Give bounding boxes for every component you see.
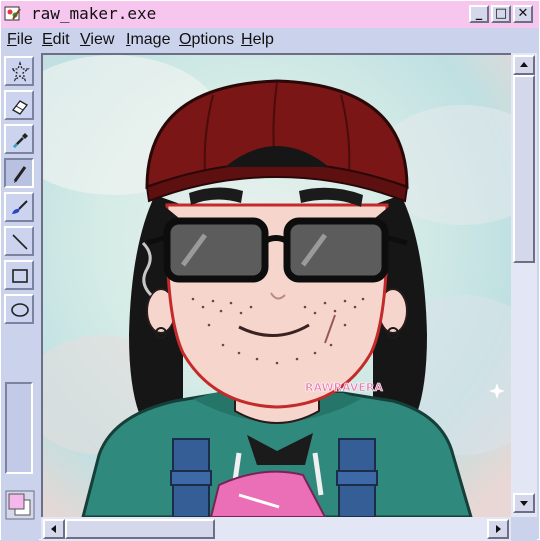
- minimize-button[interactable]: _: [469, 5, 489, 23]
- free-form-select-icon: [10, 60, 30, 82]
- menu-help-label: elp: [252, 31, 274, 48]
- menu-options-mnemonic: O: [179, 31, 192, 48]
- tool-brush[interactable]: [4, 192, 34, 222]
- strap-buckle: [336, 470, 378, 486]
- scroll-left-button[interactable]: [43, 519, 65, 539]
- sunglasses-bridge: [263, 235, 289, 244]
- title-bar[interactable]: raw_maker.exe _ □ ✕: [1, 1, 539, 28]
- paint-app-icon: [4, 6, 21, 21]
- menu-help-mnemonic: H: [241, 31, 253, 48]
- watermark: RAWRAVERA: [305, 381, 383, 394]
- scroll-right-button[interactable]: [487, 519, 509, 539]
- menu-file-label: ile: [16, 31, 33, 48]
- sunglasses-lens: [163, 217, 269, 283]
- color-swatch[interactable]: [5, 490, 35, 520]
- scrollbar-corner: [511, 517, 537, 541]
- vertical-scroll-thumb[interactable]: [513, 75, 535, 263]
- tool-eraser[interactable]: [4, 90, 34, 120]
- menu-file[interactable]: File: [7, 30, 33, 50]
- menu-help[interactable]: Help: [241, 30, 274, 50]
- menu-view-label: iew: [90, 31, 115, 48]
- maximize-button[interactable]: □: [491, 5, 511, 23]
- color-picker-icon: [13, 133, 28, 148]
- vertical-scrollbar[interactable]: [511, 53, 537, 517]
- menu-edit-label: dit: [52, 31, 70, 48]
- tool-color-picker[interactable]: [4, 124, 34, 154]
- menu-edit[interactable]: Edit: [42, 30, 70, 50]
- tool-options-panel[interactable]: [5, 382, 33, 474]
- menu-image-label: mage: [130, 31, 171, 48]
- menu-edit-mnemonic: E: [42, 31, 53, 48]
- window-title: raw_maker.exe: [31, 4, 157, 23]
- line-icon: [12, 234, 28, 250]
- avatar-illustration: RAWRAVERA: [43, 55, 511, 517]
- horizontal-scroll-thumb[interactable]: [65, 519, 215, 539]
- rectangle-icon: [12, 269, 28, 283]
- app-window: raw_maker.exe _ □ ✕ File Edit View Image…: [0, 0, 540, 541]
- menu-bar: File Edit View Image Options Help: [1, 28, 539, 52]
- close-button[interactable]: ✕: [513, 5, 533, 23]
- tool-ellipse[interactable]: [4, 294, 34, 324]
- tool-palette: [1, 52, 39, 541]
- pencil-icon: [13, 166, 27, 183]
- tool-rectangle[interactable]: [4, 260, 34, 290]
- menu-view[interactable]: View: [80, 30, 114, 50]
- foreground-color-swatch[interactable]: [8, 493, 25, 510]
- tool-free-form-select[interactable]: [4, 56, 34, 86]
- arrow-up-icon: [520, 62, 528, 67]
- tool-pencil[interactable]: [4, 158, 34, 188]
- brush-icon: [12, 200, 28, 214]
- menu-file-mnemonic: F: [7, 31, 17, 48]
- menu-options[interactable]: Options: [179, 30, 234, 50]
- scroll-up-button[interactable]: [513, 55, 535, 75]
- scroll-down-button[interactable]: [513, 493, 535, 513]
- ellipse-icon: [11, 303, 29, 317]
- menu-options-label: ptions: [191, 31, 235, 48]
- arrow-left-icon: [51, 525, 56, 533]
- menu-view-mnemonic: V: [80, 31, 91, 48]
- strap-buckle: [170, 470, 212, 486]
- menu-image[interactable]: Image: [126, 30, 170, 50]
- horizontal-scrollbar[interactable]: [41, 517, 511, 541]
- drawing-canvas[interactable]: RAWRAVERA: [41, 53, 511, 517]
- eraser-icon: [12, 100, 28, 115]
- arrow-down-icon: [520, 501, 528, 506]
- sunglasses-lens: [283, 217, 389, 283]
- tool-line[interactable]: [4, 226, 34, 256]
- arrow-right-icon: [496, 525, 501, 533]
